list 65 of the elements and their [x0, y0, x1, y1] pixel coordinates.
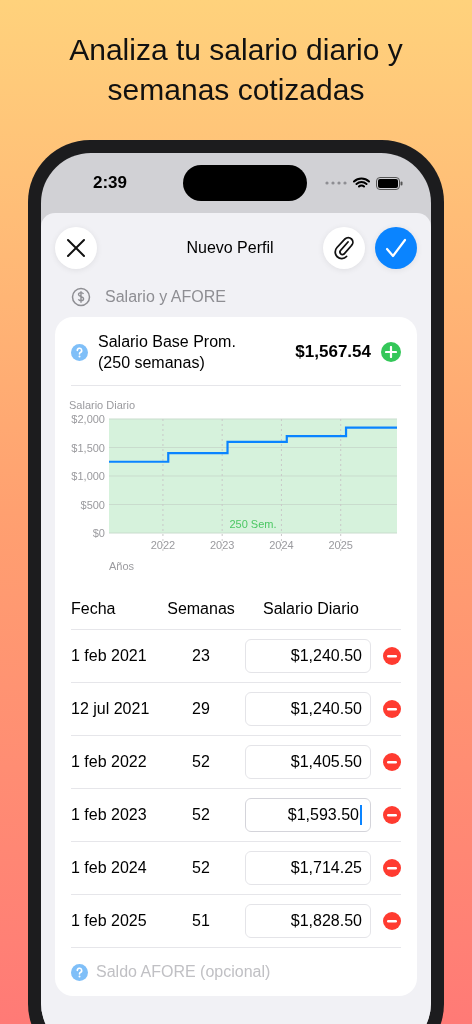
x-tick-label: 2023: [209, 539, 235, 551]
help-icon[interactable]: [71, 343, 88, 361]
headline: Analiza tu salario diario y semanas cotizadas: [68, 32, 404, 108]
checkmark-icon: [385, 238, 407, 258]
battery-icon: [376, 176, 403, 190]
help-icon[interactable]: [71, 963, 88, 981]
remove-button[interactable]: [383, 912, 401, 930]
plus-icon: [385, 346, 397, 358]
weeks-cell-text: 23: [191, 647, 211, 665]
weeks-cell-text: 51: [191, 912, 211, 930]
date-cell-text: 1 feb 2025: [71, 912, 148, 930]
x-axis-title: Años: [109, 560, 135, 572]
y-tick-label: $2,000: [71, 413, 105, 425]
region-label: 250 Sem.: [229, 518, 277, 530]
summary-label: Salario Base Prom. (250 semanas): [98, 332, 237, 373]
date-cell-text: 1 feb 2021: [71, 647, 148, 665]
dollar-icon: [71, 287, 91, 307]
remove-button[interactable]: [383, 859, 401, 877]
close-button[interactable]: [55, 227, 97, 269]
salary-field[interactable]: $1,240.50: [245, 692, 371, 726]
section-label: Salario y AFORE: [105, 288, 226, 306]
remove-button[interactable]: [383, 753, 401, 771]
y-tick-label: $500: [80, 498, 105, 511]
signal-icon: [325, 181, 347, 185]
column-header: Salario Diario: [261, 600, 360, 618]
confirm-button[interactable]: [375, 227, 417, 269]
minus-icon: [387, 760, 397, 764]
date-cell-text: 1 feb 2023: [71, 806, 148, 824]
salary-field[interactable]: $1,714.25: [245, 851, 371, 885]
date-cell-text: 1 feb 2024: [71, 859, 148, 877]
x-tick-label: 2025: [328, 539, 353, 551]
remove-button[interactable]: [383, 700, 401, 718]
salary-field[interactable]: $1,240.50: [245, 639, 371, 673]
attach-button[interactable]: [323, 227, 365, 269]
sheet-title: Nuevo Perfil: [185, 239, 275, 257]
minus-icon: [387, 813, 397, 817]
close-icon: [66, 238, 86, 258]
y-tick-label: $0: [92, 527, 105, 539]
y-axis-title: Salario Diario: [69, 400, 136, 411]
date-cell-text: 12 jul 2021: [71, 700, 151, 718]
remove-button[interactable]: [383, 806, 401, 824]
salary-field[interactable]: $1,828.50: [245, 904, 371, 938]
paperclip-icon: [333, 236, 355, 260]
column-header: Semanas: [166, 600, 236, 618]
wifi-icon: [353, 177, 370, 189]
weeks-cell-text: 52: [191, 753, 211, 771]
weeks-cell-text: 29: [191, 700, 211, 718]
salary-field[interactable]: $1,405.50: [245, 745, 371, 779]
minus-icon: [387, 654, 397, 658]
column-header: Fecha: [71, 600, 117, 618]
weeks-cell-text: 52: [191, 859, 211, 877]
y-tick-label: $1,000: [71, 470, 105, 482]
add-button[interactable]: [381, 342, 401, 362]
x-tick-label: 2024: [269, 539, 294, 551]
summary-value: $1,567.54: [295, 342, 371, 362]
minus-icon: [387, 919, 397, 923]
weeks-cell-text: 52: [191, 806, 211, 824]
x-tick-label: 2022: [150, 539, 176, 551]
minus-icon: [387, 707, 397, 711]
minus-icon: [387, 866, 397, 870]
salary-field[interactable]: $1,593.50: [245, 798, 371, 832]
y-tick-label: $1,500: [71, 441, 105, 454]
status-time: 2:39: [93, 173, 129, 193]
date-cell-text: 1 feb 2022: [71, 753, 148, 771]
remove-button[interactable]: [383, 647, 401, 665]
